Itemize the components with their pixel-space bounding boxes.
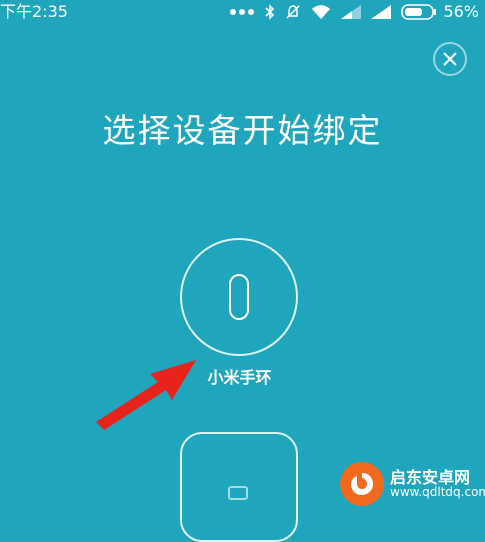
status-time: 下午2:35: [0, 2, 68, 21]
battery-percent: 56%: [443, 2, 479, 21]
signal-icon: [371, 5, 392, 19]
battery-icon: [401, 4, 437, 20]
mute-bell-icon: [285, 4, 301, 20]
dots-icon: [229, 8, 255, 16]
close-icon: [443, 52, 457, 66]
close-button[interactable]: [433, 42, 467, 76]
red-arrow-annotation: [96, 360, 196, 430]
signal-icon: [341, 5, 362, 19]
page-title: 选择设备开始绑定: [102, 111, 383, 150]
bluetooth-icon: [265, 4, 275, 20]
watermark-url: www.qdltdq.com: [390, 485, 485, 500]
band-icon: [229, 274, 249, 320]
device-label-mi-band: 小米手环: [207, 368, 272, 387]
watermark-logo-icon: [340, 462, 384, 506]
watermark-name: 启东安卓网: [390, 467, 471, 487]
device-second[interactable]: [180, 432, 298, 542]
wifi-icon: [311, 4, 331, 20]
mi-logo-icon: [228, 486, 248, 500]
device-mi-band[interactable]: [180, 238, 298, 356]
status-bar: 下午2:35 56%: [0, 0, 485, 24]
status-icons: 56%: [219, 0, 479, 24]
watermark: 启东安卓网 www.qdltdq.com: [340, 462, 485, 506]
